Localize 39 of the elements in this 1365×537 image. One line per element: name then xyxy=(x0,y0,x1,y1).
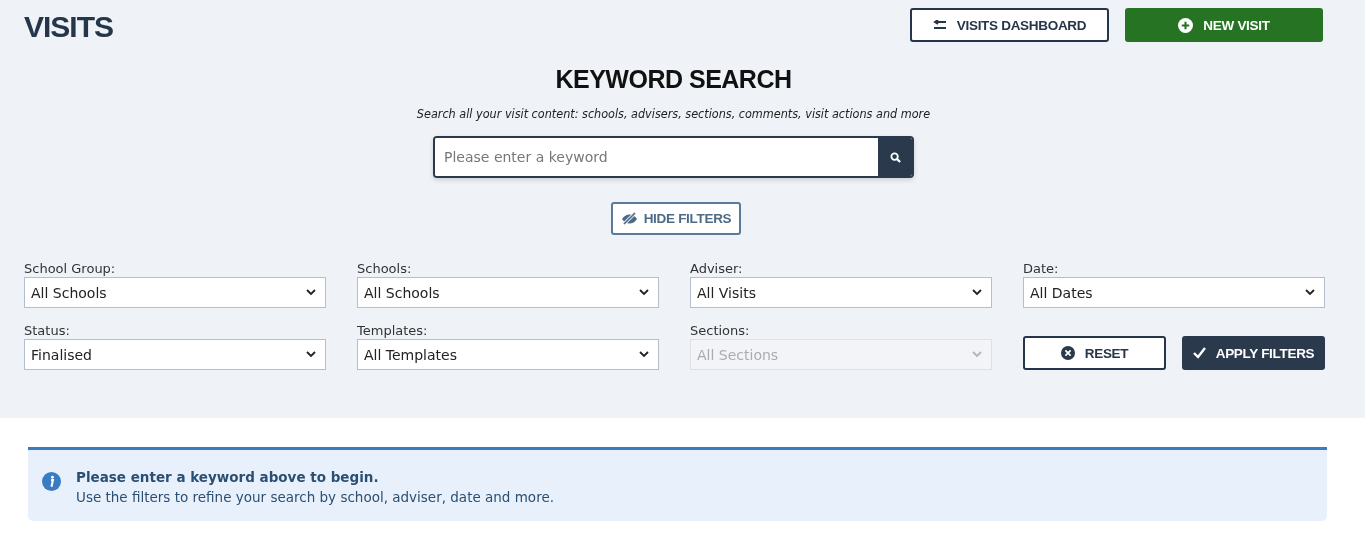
filter-dropdown[interactable]: All Visits xyxy=(690,277,992,308)
filter-label: Schools: xyxy=(357,261,413,276)
filter-dropdown[interactable]: All Templates xyxy=(357,339,659,370)
search-description: Search all your visit content: schools, advisers, sections, comments, visit actions and more xyxy=(415,106,932,121)
header-button[interactable]: VISITS DASHBOARD xyxy=(910,8,1109,42)
search-field[interactable]: Please enter a keyword xyxy=(433,136,914,178)
filter-dropdown[interactable]: All Dates xyxy=(1023,277,1325,308)
check-icon xyxy=(1192,347,1206,359)
chevron-down-icon xyxy=(306,289,316,296)
eye-slash-icon xyxy=(620,212,638,225)
filter-label: Adviser: xyxy=(690,261,744,276)
close-circle-icon xyxy=(1060,346,1075,360)
filter-label: Status: xyxy=(24,323,71,338)
chevron-down-icon xyxy=(1305,289,1315,296)
page-title: VISITS xyxy=(24,10,114,44)
filter-dropdown[interactable]: All Schools xyxy=(24,277,326,308)
filter-label: Sections: xyxy=(690,323,751,338)
chevron-down-icon xyxy=(639,351,649,358)
alert-title: Please enter a keyword above to begin. xyxy=(76,469,380,485)
alert-text: Use the filters to refine your search by school, adviser, date and more. xyxy=(76,489,554,505)
filter-dropdown[interactable]: All Schools xyxy=(357,277,659,308)
chevron-down-icon xyxy=(972,351,982,358)
filter-label: Date: xyxy=(1023,261,1060,276)
header-button[interactable]: NEW VISIT xyxy=(1125,8,1323,42)
chevron-down-icon xyxy=(306,351,316,358)
hide-filters-button[interactable]: HIDE FILTERS xyxy=(611,202,741,235)
filter-button[interactable]: RESET xyxy=(1023,336,1166,370)
filter-label: Templates: xyxy=(357,323,429,338)
info-icon xyxy=(42,472,61,491)
filter-dropdown[interactable]: Finalised xyxy=(24,339,326,370)
chevron-down-icon xyxy=(972,289,982,296)
search-icon xyxy=(889,151,901,163)
filter-button[interactable]: APPLY FILTERS xyxy=(1182,336,1325,370)
plus-circle-icon xyxy=(1178,17,1194,33)
filter-label: School Group: xyxy=(24,261,117,276)
search-button[interactable] xyxy=(878,138,912,176)
chevron-down-icon xyxy=(639,289,649,296)
search-heading: KEYWORD SEARCH xyxy=(554,65,793,94)
return-arrow-icon xyxy=(932,20,947,30)
